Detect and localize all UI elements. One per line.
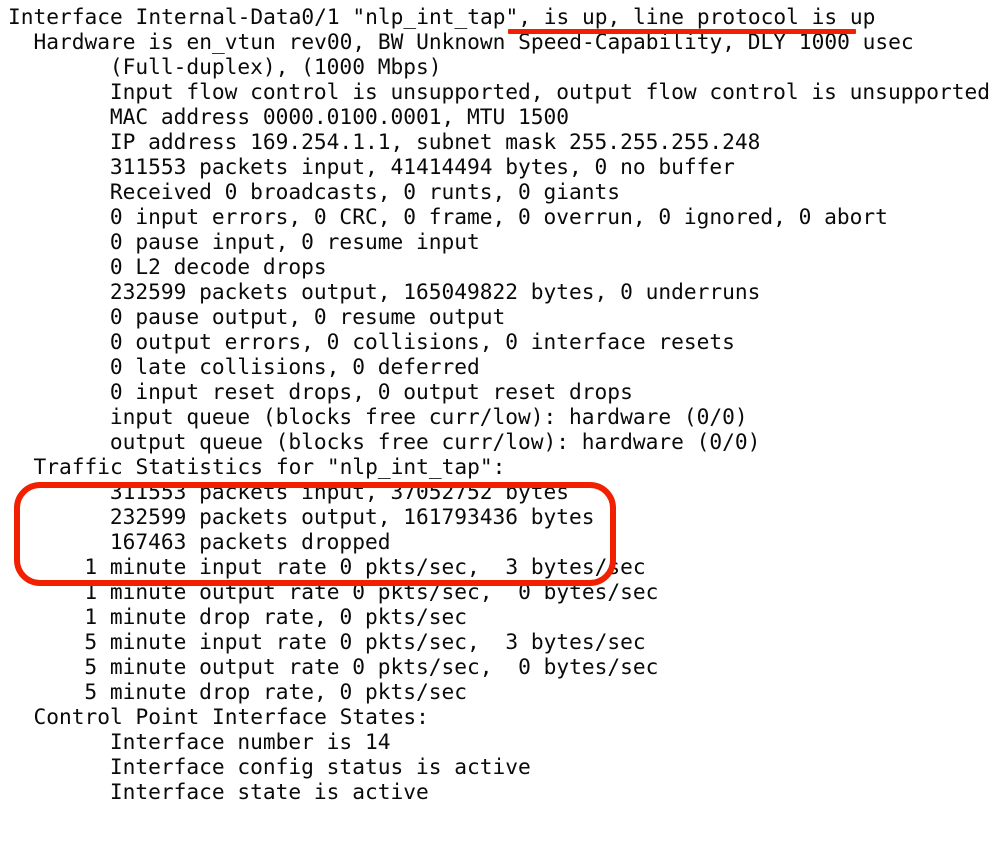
cli-line: 5 minute output rate 0 pkts/sec, 0 bytes… xyxy=(84,654,659,679)
cli-line: Input flow control is unsupported, outpu… xyxy=(109,79,990,104)
cli-line: Interface Internal-Data0/1 "nlp_int_tap"… xyxy=(8,4,876,29)
cli-line: 0 L2 decode drops xyxy=(109,254,327,279)
cli-line: Received 0 broadcasts, 0 runts, 0 giants xyxy=(109,179,621,204)
cli-line: 0 pause input, 0 resume input xyxy=(109,229,480,254)
cli-line: 311553 packets input, 37052752 bytes xyxy=(109,479,570,504)
cli-line: 5 minute input rate 0 pkts/sec, 3 bytes/… xyxy=(84,629,646,654)
cli-line: MAC address 0000.0100.0001, MTU 1500 xyxy=(109,104,570,129)
cli-line: output queue (blocks free curr/low): har… xyxy=(109,429,761,454)
cli-line: Interface config status is active xyxy=(109,754,531,779)
cli-line: 0 pause output, 0 resume output xyxy=(109,304,506,329)
cli-line: 1 minute output rate 0 pkts/sec, 0 bytes… xyxy=(84,579,659,604)
cli-line: 5 minute drop rate, 0 pkts/sec xyxy=(84,679,468,704)
cli-line: 311553 packets input, 41414494 bytes, 0 … xyxy=(109,154,735,179)
cli-line: (Full-duplex), (1000 Mbps) xyxy=(109,54,442,79)
cli-line: Control Point Interface States: xyxy=(33,704,429,729)
cli-line: 0 output errors, 0 collisions, 0 interfa… xyxy=(109,329,735,354)
cli-line: 0 input reset drops, 0 output reset drop… xyxy=(109,379,633,404)
cli-line: 0 input errors, 0 CRC, 0 frame, 0 overru… xyxy=(109,204,888,229)
cli-line: Traffic Statistics for "nlp_int_tap": xyxy=(33,454,506,479)
cli-line: input queue (blocks free curr/low): hard… xyxy=(109,404,748,429)
cli-line: 232599 packets output, 165049822 bytes, … xyxy=(109,279,761,304)
cli-line: 1 minute input rate 0 pkts/sec, 3 bytes/… xyxy=(84,554,646,579)
cli-line: 1 minute drop rate, 0 pkts/sec xyxy=(84,604,468,629)
cli-line: Interface state is active xyxy=(109,779,429,804)
cli-line: 0 late collisions, 0 deferred xyxy=(109,354,480,379)
cli-line: 232599 packets output, 161793436 bytes xyxy=(109,504,595,529)
terminal-output: Interface Internal-Data0/1 "nlp_int_tap"… xyxy=(0,0,999,858)
cli-line: Hardware is en_vtun rev00, BW Unknown Sp… xyxy=(33,29,914,54)
cli-line: 167463 packets dropped xyxy=(109,529,391,554)
cli-line: IP address 169.254.1.1, subnet mask 255.… xyxy=(109,129,761,154)
cli-line: Interface number is 14 xyxy=(109,729,391,754)
